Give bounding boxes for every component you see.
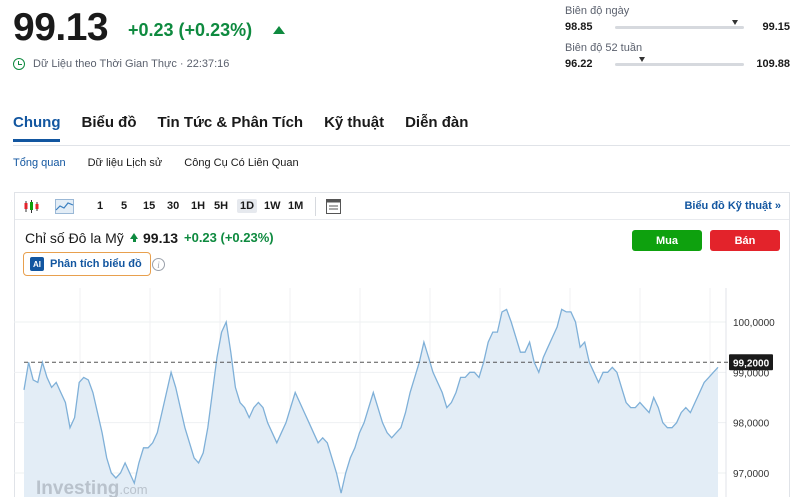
price-chart[interactable]: 100,000099,000098,000097,000099,2000Inve…	[0, 0, 800, 497]
current-price-label: 99,2000	[733, 358, 770, 369]
y-tick-label: 100,0000	[733, 318, 775, 329]
y-tick-label: 98,0000	[733, 419, 770, 430]
y-tick-label: 97,0000	[733, 469, 770, 480]
